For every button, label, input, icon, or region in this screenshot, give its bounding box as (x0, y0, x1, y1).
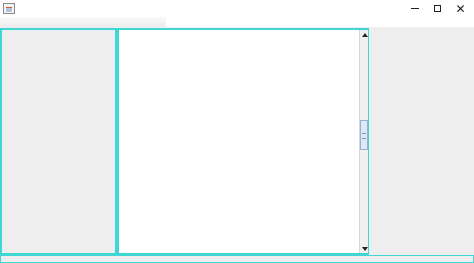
scroll-down-button[interactable] (360, 244, 369, 253)
menu-bar-spacer (166, 17, 474, 27)
title-bar: ✕ (0, 0, 474, 17)
grip-icon (362, 133, 366, 139)
scroll-up-button[interactable] (360, 30, 369, 39)
scroll-thumb[interactable] (360, 120, 368, 150)
minimize-button[interactable] (403, 0, 426, 17)
close-icon: ✕ (455, 1, 466, 16)
arrow-up-icon (361, 32, 368, 37)
menu-bar (0, 17, 166, 27)
text-area[interactable] (121, 32, 359, 252)
app-icon (3, 3, 15, 14)
arrow-down-icon (361, 246, 368, 251)
right-panel (369, 28, 474, 255)
minimize-icon (410, 8, 419, 9)
vertical-scrollbar[interactable] (359, 30, 368, 253)
maximize-button[interactable] (426, 0, 449, 17)
left-panel (0, 28, 117, 255)
close-button[interactable]: ✕ (449, 0, 472, 17)
bottom-panel (0, 255, 474, 263)
editor-panel (117, 28, 369, 255)
maximize-icon (434, 5, 441, 12)
